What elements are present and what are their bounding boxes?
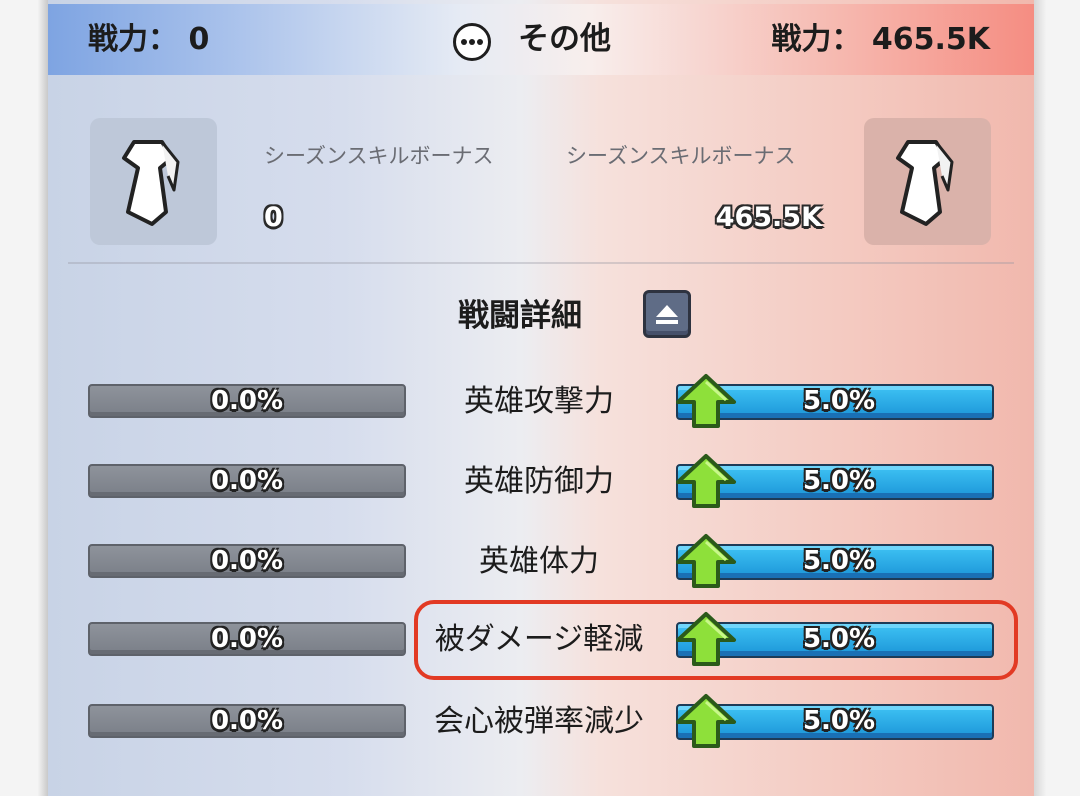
stat-row: 0.0% 会心被弾率減少 5.0% (48, 692, 1034, 752)
category-title: その他 (518, 21, 611, 57)
left-stat-value: 0.0% (210, 706, 284, 736)
stat-label: 会心被弾率減少 (434, 704, 644, 739)
left-stat-value: 0.0% (210, 624, 284, 654)
more-icon[interactable] (453, 23, 491, 61)
collapse-up-icon (656, 305, 678, 324)
left-stat-bar: 0.0% (88, 704, 406, 738)
up-arrow-icon (676, 454, 736, 508)
stat-label: 英雄体力 (479, 544, 599, 579)
tie-icon (896, 140, 954, 226)
left-power: 戦力： 0 (88, 4, 209, 75)
right-stat-value: 5.0% (802, 386, 876, 416)
left-stat-bar: 0.0% (88, 622, 406, 656)
stat-label: 英雄防御力 (464, 464, 614, 499)
left-stat-bar: 0.0% (88, 544, 406, 578)
stat-row: 0.0% 英雄防御力 5.0% (48, 452, 1034, 512)
right-stat-value: 5.0% (802, 466, 876, 496)
right-power-label: 戦力： (771, 22, 862, 57)
left-stat-value: 0.0% (210, 386, 284, 416)
left-power-value: 0 (188, 22, 210, 57)
left-stat-value: 0.0% (210, 546, 284, 576)
right-season-icon-box (864, 118, 991, 245)
right-season-label: シーズンスキルボーナス (566, 144, 796, 168)
left-season-label: シーズンスキルボーナス (264, 144, 494, 168)
right-season-value: 465.5K (715, 202, 822, 233)
left-stat-bar: 0.0% (88, 464, 406, 498)
left-stat-bar: 0.0% (88, 384, 406, 418)
right-frame (1032, 0, 1080, 796)
left-stat-value: 0.0% (210, 466, 284, 496)
details-title: 戦闘詳細 (458, 298, 582, 334)
right-stat-value: 5.0% (802, 706, 876, 736)
stat-row: 0.0% 英雄体力 5.0% (48, 532, 1034, 592)
right-stat-value: 5.0% (802, 546, 876, 576)
right-power-value: 465.5K (871, 22, 990, 57)
up-arrow-icon (676, 374, 736, 428)
left-season-value: 0 (264, 202, 283, 233)
collapse-button[interactable] (643, 290, 691, 338)
tie-icon (122, 140, 180, 226)
highlight-frame (414, 600, 1018, 680)
stat-row: 0.0% 英雄攻撃力 5.0% (48, 372, 1034, 432)
right-power: 戦力： 465.5K (771, 4, 990, 75)
left-season-icon-box (90, 118, 217, 245)
up-arrow-icon (676, 534, 736, 588)
left-power-label: 戦力： (88, 22, 178, 57)
header-bar: 戦力： 0 その他 戦力： 465.5K (48, 4, 1034, 75)
battle-comparison-panel: 戦力： 0 その他 戦力： 465.5K シーズンスキルボーナス 0 シーズンス… (48, 0, 1034, 796)
up-arrow-icon (676, 694, 736, 748)
stat-label: 英雄攻撃力 (464, 384, 614, 419)
left-frame (0, 0, 48, 796)
section-divider (68, 262, 1014, 264)
